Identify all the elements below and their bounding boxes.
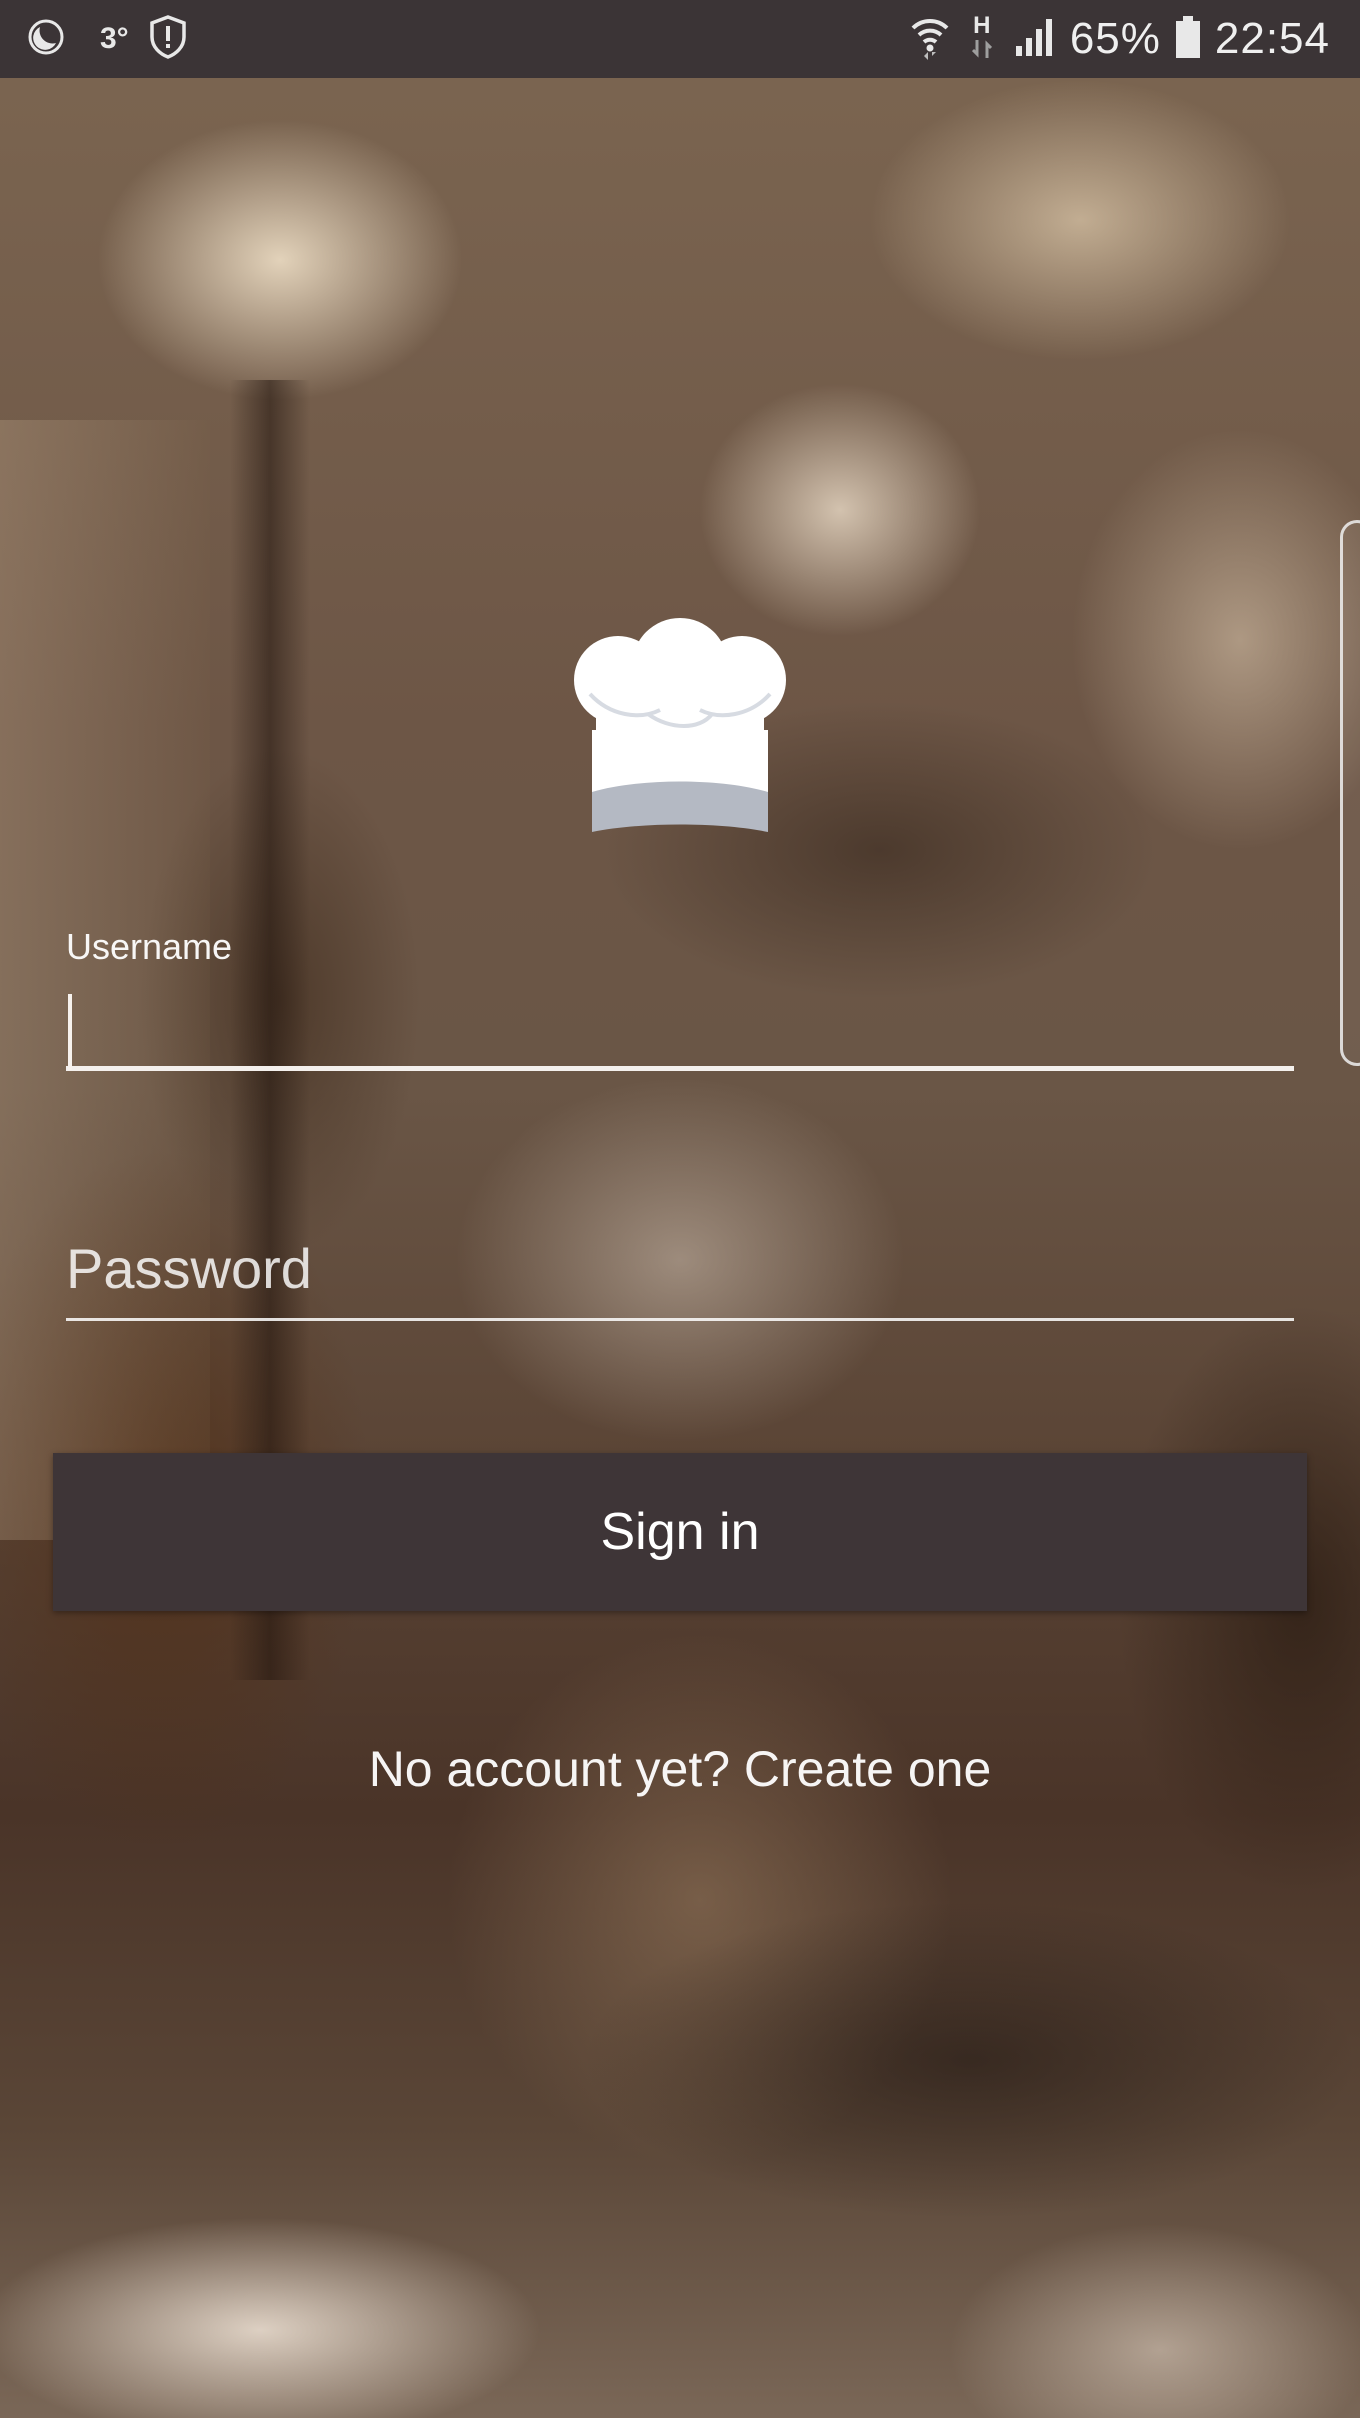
password-field-group: Password: [66, 1220, 1294, 1321]
edge-panel-handle[interactable]: [1340, 520, 1360, 1066]
shield-alert-icon: [149, 14, 187, 64]
username-input[interactable]: [66, 976, 1294, 1071]
weather-temp: 3°: [100, 22, 129, 55]
wifi-icon: [910, 14, 950, 65]
network-type: H: [973, 12, 991, 39]
password-input[interactable]: Password: [66, 1220, 1294, 1321]
create-account-link[interactable]: No account yet? Create one: [0, 1740, 1360, 1798]
battery-icon: [1175, 15, 1201, 64]
signal-icon: [1014, 16, 1056, 63]
password-placeholder: Password: [66, 1237, 312, 1300]
sign-in-button[interactable]: Sign in: [53, 1453, 1307, 1611]
username-field-group: Username: [66, 926, 1294, 1071]
clock: 22:54: [1214, 14, 1330, 63]
chef-hat-icon: [560, 618, 800, 838]
username-label: Username: [66, 926, 233, 967]
background-table: [580, 1900, 1360, 2220]
text-caret: [68, 994, 72, 1070]
moon-icon: [26, 17, 66, 62]
network-h-icon: [971, 38, 992, 64]
battery-percent: 65%: [1069, 14, 1161, 63]
background-image: [0, 0, 1360, 2418]
status-bar: 3° H 65% 22:54: [0, 0, 1360, 78]
